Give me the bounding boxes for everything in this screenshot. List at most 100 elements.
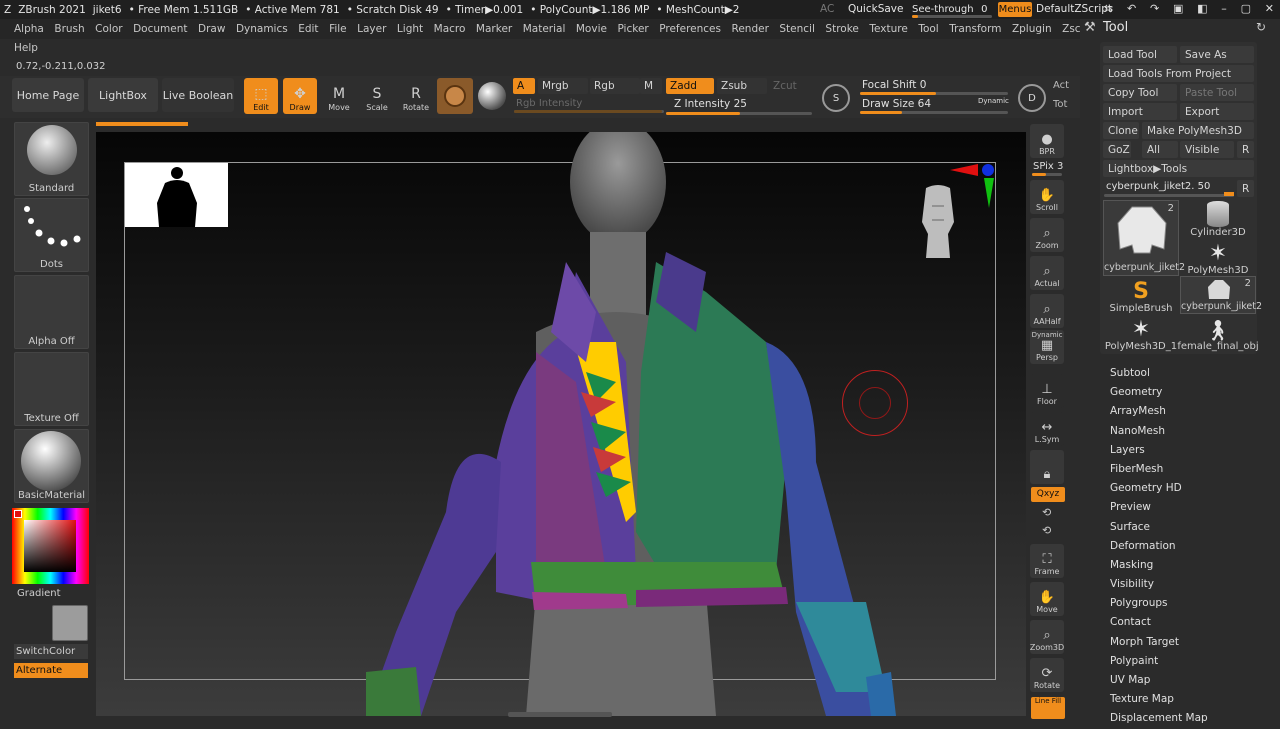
menu-item-color[interactable]: Color: [95, 23, 122, 35]
visible-button[interactable]: Visible: [1180, 141, 1234, 158]
menu-item-stencil[interactable]: Stencil: [779, 23, 815, 35]
swap-icon[interactable]: ⇆: [1104, 2, 1113, 17]
lightbox-button[interactable]: LightBox: [88, 78, 158, 112]
color-picker[interactable]: [12, 508, 89, 584]
subpalette-masking[interactable]: Masking: [1110, 556, 1270, 575]
menu-item-transform[interactable]: Transform: [949, 23, 1001, 35]
gradient-label[interactable]: Gradient: [17, 588, 61, 599]
menu-item-edit[interactable]: Edit: [298, 23, 318, 35]
subpalette-preview[interactable]: Preview: [1110, 498, 1270, 517]
subpalette-nanomesh[interactable]: NanoMesh: [1110, 422, 1270, 441]
move-view-button[interactable]: ✋ Move: [1030, 582, 1064, 616]
d-icon[interactable]: D: [1018, 84, 1046, 112]
move-button[interactable]: M Move: [322, 78, 356, 114]
stroke-selector[interactable]: Dots: [14, 198, 89, 272]
subpalette-polypaint[interactable]: Polypaint: [1110, 652, 1270, 671]
maximize-icon[interactable]: ▢: [1241, 2, 1251, 17]
aahalf-button[interactable]: ⌕ AAHalf: [1030, 294, 1064, 328]
rotate-view-button[interactable]: ⟳ Rotate: [1030, 658, 1064, 692]
material-selector[interactable]: BasicMaterial: [14, 429, 89, 503]
live-boolean-button[interactable]: Live Boolean: [162, 78, 234, 112]
subpalette-visibility[interactable]: Visibility: [1110, 575, 1270, 594]
subpalette-morph-target[interactable]: Morph Target: [1110, 633, 1270, 652]
menu-item-macro[interactable]: Macro: [434, 23, 466, 35]
menu-item-alpha[interactable]: Alpha: [14, 23, 44, 35]
subpalette-subtool[interactable]: Subtool: [1110, 364, 1270, 383]
menus-button[interactable]: Menus: [998, 2, 1032, 17]
subpalette-deformation[interactable]: Deformation: [1110, 537, 1270, 556]
alpha-selector[interactable]: Alpha Off: [14, 275, 89, 349]
tool-thumb-polymesh3d-1[interactable]: ✶ PolyMesh3D_1: [1103, 314, 1179, 353]
tool-thumb-female-final-obj[interactable]: 🚶︎ female_final_obj: [1177, 314, 1258, 352]
copy-tool-button[interactable]: Copy Tool: [1103, 84, 1177, 101]
bottom-tray-handle[interactable]: [508, 712, 612, 717]
tool-thumb-polymesh3d[interactable]: ✶ PolyMesh3D: [1180, 238, 1256, 277]
goz-button[interactable]: GoZ: [1103, 141, 1131, 158]
current-tool-bar[interactable]: [1104, 194, 1234, 197]
palette-pin-icon[interactable]: ⚒: [1084, 20, 1096, 35]
r-button-2[interactable]: R: [1237, 180, 1254, 197]
load-tools-from-project-button[interactable]: Load Tools From Project: [1103, 65, 1254, 82]
subpalette-geometry-hd[interactable]: Geometry HD: [1110, 479, 1270, 498]
export-button[interactable]: Export: [1180, 103, 1254, 120]
rgb-button[interactable]: Rgb: [590, 78, 640, 94]
scale-button[interactable]: S Scale: [360, 78, 394, 114]
palette-icon[interactable]: ▣: [1173, 2, 1183, 17]
menu-item-document[interactable]: Document: [133, 23, 187, 35]
current-tool-slider[interactable]: cyberpunk_jiket2. 50: [1106, 181, 1210, 192]
paste-tool-button[interactable]: Paste Tool: [1180, 84, 1254, 101]
menu-item-marker[interactable]: Marker: [476, 23, 512, 35]
subpalette-fibermesh[interactable]: FiberMesh: [1110, 460, 1270, 479]
dynamic-toggle[interactable]: Dynamic: [978, 97, 1009, 105]
floor-button[interactable]: ⊥ Floor: [1030, 374, 1064, 408]
close-icon[interactable]: ✕: [1265, 2, 1274, 17]
subpalette-arraymesh[interactable]: ArrayMesh: [1110, 402, 1270, 421]
lightbox-tools-button[interactable]: Lightbox▶Tools: [1103, 160, 1254, 177]
focal-shift-bar[interactable]: [860, 92, 1008, 95]
menu-item-draw[interactable]: Draw: [198, 23, 225, 35]
menu-item-stroke[interactable]: Stroke: [825, 23, 858, 35]
draw-button[interactable]: ✥ Draw: [283, 78, 317, 114]
load-tool-button[interactable]: Load Tool: [1103, 46, 1177, 63]
menu-item-dynamics[interactable]: Dynamics: [236, 23, 288, 35]
actual-button[interactable]: ⌕ Actual: [1030, 256, 1064, 290]
lsym-button[interactable]: ↔ L.Sym: [1030, 412, 1064, 446]
scroll-button[interactable]: ✋ Scroll: [1030, 180, 1064, 214]
texture-selector[interactable]: Texture Off: [14, 352, 89, 426]
frame-button[interactable]: ⛶ Frame: [1030, 544, 1064, 578]
save-as-button[interactable]: Save As: [1180, 46, 1254, 63]
spix-slider[interactable]: [1032, 173, 1062, 176]
document-canvas[interactable]: [96, 132, 1026, 716]
subpalette-surface[interactable]: Surface: [1110, 518, 1270, 537]
color-square[interactable]: [24, 520, 76, 572]
menu-item-render[interactable]: Render: [732, 23, 769, 35]
menu-item-tool[interactable]: Tool: [918, 23, 938, 35]
subpalette-contact[interactable]: Contact: [1110, 613, 1270, 632]
all-button[interactable]: All: [1142, 141, 1178, 158]
zoom-button[interactable]: ⌕ Zoom: [1030, 218, 1064, 252]
zcut-button[interactable]: Zcut: [769, 78, 813, 94]
qxyz-button[interactable]: Qxyz: [1031, 487, 1065, 502]
tool-palette-title[interactable]: Tool: [1103, 20, 1128, 35]
persp-button[interactable]: Dynamic ▦ Persp: [1030, 330, 1064, 364]
menu-item-texture[interactable]: Texture: [869, 23, 907, 35]
undo-icon[interactable]: ↶: [1127, 2, 1136, 17]
spix-control[interactable]: SPix 3: [1033, 161, 1063, 172]
zoom3d-button[interactable]: ⌕ Zoom3D: [1030, 620, 1064, 654]
tool-thumb-cyberpunk-jiket2-b[interactable]: 2 cyberpunk_jiket2: [1180, 276, 1262, 314]
r-button[interactable]: R: [1237, 141, 1254, 158]
m-button[interactable]: M: [640, 78, 662, 94]
subpalette-uv-map[interactable]: UV Map: [1110, 671, 1270, 690]
zadd-button[interactable]: Zadd: [666, 78, 714, 94]
lock-button[interactable]: 🔒︎: [1030, 450, 1064, 484]
tool-thumb-cylinder3d[interactable]: Cylinder3D: [1180, 200, 1256, 238]
rotate-z-icon[interactable]: ⟲: [1042, 524, 1051, 537]
tool-thumb-cyberpunk-jiket2[interactable]: 2 cyberpunk_jiket2: [1103, 200, 1185, 276]
rotate-button[interactable]: R Rotate: [399, 78, 433, 114]
default-zscript[interactable]: DefaultZScript: [1036, 3, 1112, 15]
mrgb-button[interactable]: Mrgb: [538, 78, 588, 94]
menu-item-zplugin[interactable]: Zplugin: [1012, 23, 1052, 35]
subpalette-polygroups[interactable]: Polygroups: [1110, 594, 1270, 613]
menu-item-picker[interactable]: Picker: [617, 23, 648, 35]
z-intensity-bar[interactable]: [666, 112, 812, 115]
